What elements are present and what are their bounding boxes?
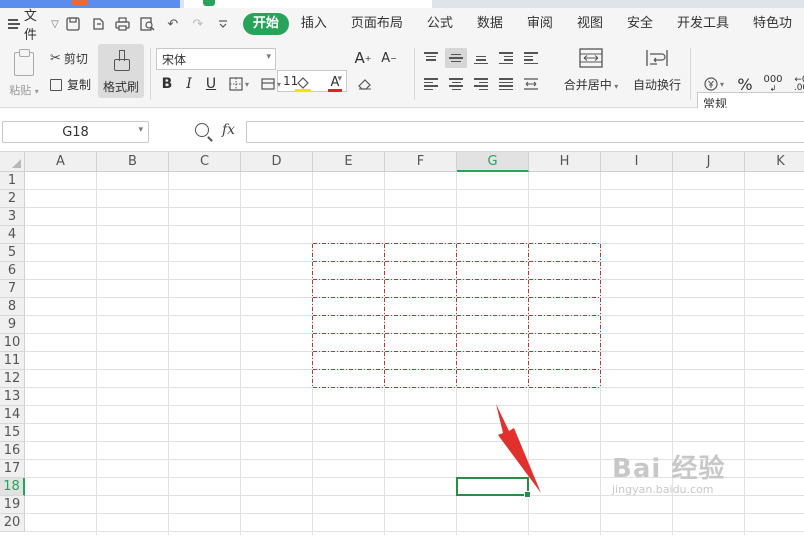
currency-icon[interactable]: ▾ — [700, 74, 728, 94]
align-right-icon[interactable] — [470, 74, 492, 94]
indent-increase-icon[interactable] — [520, 48, 542, 68]
font-color-icon[interactable]: A — [320, 74, 350, 94]
paste-icon — [14, 49, 34, 76]
quick-access-toolbar: ↶ ↷ — [65, 16, 231, 32]
name-box-value: G18 — [62, 124, 89, 140]
bold-button[interactable]: B — [156, 74, 178, 94]
watermark-sub: jingyan.baidu.com — [612, 483, 714, 496]
divider — [690, 48, 691, 100]
tab-formulas[interactable]: 公式 — [415, 13, 465, 35]
paste-label: 粘贴 — [9, 84, 32, 97]
border-icon[interactable]: ▾ — [222, 74, 256, 94]
copy-button[interactable]: 复制 — [50, 76, 91, 93]
chevron-down-icon: ▾ — [34, 87, 39, 96]
wrap-text-button[interactable]: 自动换行 — [628, 48, 686, 93]
insert-function-button[interactable]: fx — [222, 122, 235, 138]
thousands-separator-icon[interactable]: 000 ↲ — [762, 74, 784, 94]
align-middle-icon[interactable] — [445, 48, 467, 68]
paste-button[interactable]: 粘贴 ▾ — [6, 46, 42, 102]
tab-insert[interactable]: 插入 — [289, 13, 339, 35]
eraser-icon[interactable] — [350, 74, 380, 94]
ribbon-home: 粘贴 ▾ ✂ 剪切 复制 格式刷 宋体 ▾ 11 ▾ A + A − B I U ▾ — [0, 40, 804, 114]
watermark-main: Bai 经验 — [612, 454, 726, 484]
font-name-select[interactable]: 宋体 ▾ — [156, 48, 276, 70]
arrow-shape — [496, 404, 541, 493]
divider — [150, 48, 151, 100]
cut-label: 剪切 — [63, 52, 88, 66]
undo-icon[interactable]: ↶ — [165, 16, 181, 32]
format-painter-button[interactable]: 格式刷 — [98, 44, 144, 98]
merge-cells-icon — [579, 48, 603, 68]
tab-features[interactable]: 特色功 — [741, 13, 804, 35]
vertical-align-row — [420, 48, 542, 68]
print-preview-icon[interactable] — [140, 16, 156, 32]
format-painter-label: 格式刷 — [102, 80, 139, 94]
chevron-down-icon: ▾ — [266, 52, 271, 62]
align-bottom-icon[interactable] — [470, 48, 492, 68]
underline-button[interactable]: U — [200, 74, 222, 94]
file-menu[interactable]: 文件 ▽ — [0, 8, 59, 43]
window-tab-1-icon — [72, 0, 88, 6]
paintbrush-icon — [112, 49, 130, 71]
export-icon[interactable] — [90, 16, 106, 32]
formula-input[interactable] — [246, 121, 804, 143]
ribbon-tabs: 开始 插入 页面布局 公式 数据 审阅 视图 安全 开发工具 特色功 — [242, 13, 804, 35]
font-size-adjust: A + A − — [352, 48, 400, 68]
wrap-text-label: 自动换行 — [632, 78, 681, 92]
zoom-icon[interactable] — [195, 123, 209, 137]
tab-page-layout[interactable]: 页面布局 — [339, 13, 415, 35]
file-menu-label: 文件 — [23, 9, 37, 43]
copy-label: 复制 — [67, 78, 92, 92]
cell-style-icon[interactable]: ▾ — [256, 74, 286, 94]
horizontal-align-row — [420, 74, 542, 94]
italic-button[interactable]: I — [178, 74, 200, 94]
copy-icon — [50, 78, 62, 91]
customize-toolbar-icon[interactable] — [215, 16, 231, 32]
justify-icon[interactable] — [495, 74, 517, 94]
scissors-icon: ✂ — [50, 51, 61, 66]
formula-bar: G18 ▾ fx — [0, 108, 804, 152]
chevron-down-icon: ▾ — [138, 125, 143, 135]
save-icon[interactable] — [65, 16, 81, 32]
indent-decrease-icon[interactable] — [495, 48, 517, 68]
tab-home[interactable]: 开始 — [242, 13, 289, 35]
menu-bar: 文件 ▽ ↶ ↷ 开始 插入 页面布局 公式 数据 审阅 视图 安全 开发工具 … — [0, 8, 804, 43]
baidu-watermark: Bai 经验 jingyan.baidu.com — [612, 448, 725, 496]
font-format-row: B I U ▾ ▾ A — [156, 74, 380, 94]
merge-center-button[interactable]: 合并居中 ▾ — [556, 48, 626, 93]
number-format-row: ▾ % 000↲ ←0.00 — [700, 74, 804, 94]
tab-security[interactable]: 安全 — [615, 13, 665, 35]
cut-button[interactable]: ✂ 剪切 — [50, 50, 88, 67]
print-icon[interactable] — [115, 16, 131, 32]
align-center-icon[interactable] — [445, 74, 467, 94]
name-box[interactable]: G18 ▾ — [2, 121, 149, 143]
chevron-down-icon: ▽ — [51, 18, 59, 30]
divider — [414, 48, 415, 100]
tab-view[interactable]: 视图 — [565, 13, 615, 35]
chevron-down-icon: ▾ — [611, 82, 619, 91]
align-left-icon[interactable] — [420, 74, 442, 94]
tab-review[interactable]: 审阅 — [515, 13, 565, 35]
window-tab-strip — [0, 0, 804, 8]
percent-button[interactable]: % — [734, 74, 756, 94]
wrap-text-icon — [646, 50, 668, 66]
window-tab-2[interactable] — [184, 0, 432, 8]
align-top-icon[interactable] — [420, 48, 442, 68]
tab-data[interactable]: 数据 — [465, 13, 515, 35]
hamburger-icon — [8, 19, 20, 29]
increase-font-size-icon[interactable]: A + — [352, 48, 374, 68]
font-name-value: 宋体 — [162, 52, 187, 67]
redo-icon[interactable]: ↷ — [190, 16, 206, 32]
window-tab-2-icon — [203, 0, 215, 6]
tab-developer[interactable]: 开发工具 — [665, 13, 741, 35]
fill-color-icon[interactable] — [286, 74, 320, 94]
distributed-align-icon[interactable] — [520, 74, 542, 94]
increase-decimal-icon[interactable]: ←0.00 — [790, 74, 804, 94]
merge-center-label: 合并居中 — [563, 78, 612, 92]
decrease-font-size-icon[interactable]: A − — [378, 48, 400, 68]
